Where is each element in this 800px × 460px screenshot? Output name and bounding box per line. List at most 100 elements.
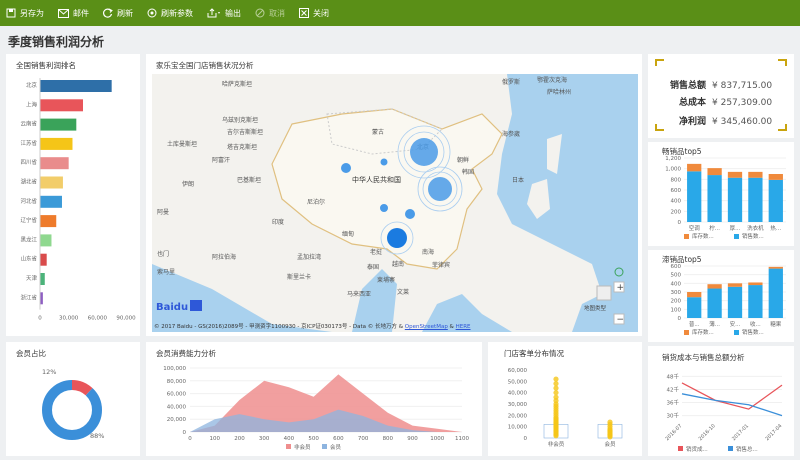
x-tick-label: 非会员 xyxy=(548,440,565,448)
y-tick-label: 20,000 xyxy=(508,413,528,419)
refresh-params-icon xyxy=(147,8,157,18)
y-tick-label: 300 xyxy=(671,290,682,296)
consumption-chart: 0 20,000 40,000 60,000 80,000 100,000 0 100 200 3… xyxy=(163,366,469,451)
map-canvas[interactable]: 鄂霍次克海 萨哈林州 哈萨克斯坦 蒙古 海参崴 乌兹别克斯坦 吉尔吉斯斯坦 土库… xyxy=(152,74,638,332)
y-tick-label: 400 xyxy=(671,281,682,287)
refresh-params-button[interactable]: 刷新参数 xyxy=(147,8,193,19)
bar-stock xyxy=(748,282,763,286)
legend-label: 非会员 xyxy=(294,443,311,451)
y-tick-label: 400 xyxy=(671,199,682,205)
map-marker-beijing[interactable] xyxy=(410,138,438,166)
y-tick-label: 20,000 xyxy=(167,417,187,423)
map-label-arabian-sea: 阿拉伯海 xyxy=(212,253,236,261)
cancel-icon xyxy=(255,8,265,18)
y-tick-label: 500 xyxy=(671,273,682,279)
zoom-out-label: − xyxy=(617,315,625,325)
bar-category-label: 河北省 xyxy=(20,197,37,205)
map-label-bay-of-bengal: 孟加拉湾 xyxy=(297,253,321,261)
map-label-turkmenistan: 土库曼斯坦 xyxy=(167,140,197,148)
legend-label: 销货成... xyxy=(686,445,708,453)
y-tick-label: 60,000 xyxy=(167,392,187,398)
legend-swatch xyxy=(728,446,733,451)
scatter-point xyxy=(553,381,559,387)
x-tick-label: 空调 xyxy=(689,224,701,232)
kpi-card: 销售总额 ¥ 837,715.00 总成本 ¥ 257,309.00 净利润 ¥ 34… xyxy=(648,54,794,138)
toolbar: 另存为 邮件 刷新 刷新参数 输出 取消 关闭 xyxy=(0,0,800,26)
x-tick-label: 厚... xyxy=(730,225,741,232)
here-link[interactable]: HERE xyxy=(456,324,471,330)
x-tick-label: 800 xyxy=(383,436,394,442)
map-label-thailand: 泰国 xyxy=(367,263,379,271)
baidu-logo: Baidu xyxy=(156,302,188,313)
x-tick-label: 30,000 xyxy=(59,316,79,322)
map-marker-hebei[interactable] xyxy=(405,209,415,219)
map-label-vladivostok: 海参崴 xyxy=(502,130,520,138)
x-tick-label: 收... xyxy=(750,320,761,328)
bar-category-label: 北京 xyxy=(26,81,38,89)
map-label-china: 中华人民共和国 xyxy=(352,175,401,184)
ranking-chart: 北京上海云南省江苏省四川省湖北省河北省辽宁省黑龙江山东省天津浙江省 0 30,000… xyxy=(20,78,136,322)
store-orders-chart: 0 10,000 20,000 30,000 40,000 50,000 60,000 非会员… xyxy=(508,368,623,448)
member-ratio-chart: 12% 88% xyxy=(42,368,104,440)
x-tick-label: 100 xyxy=(209,436,220,442)
baidu-paw-icon xyxy=(190,300,202,311)
bar-stock xyxy=(687,292,702,298)
map-label-nepal: 尼泊尔 xyxy=(307,198,325,206)
bar xyxy=(40,176,63,189)
map-card: 家乐宝全国门店销售状况分析 鄂霍次克海 萨哈林州 哈萨克斯坦 蒙古 海参崴 乌兹… xyxy=(146,54,642,336)
map-label-russia: 俄罗斯 xyxy=(502,78,520,86)
map-marker-sichuan[interactable] xyxy=(341,163,351,173)
osm-link[interactable]: OpenStreetMap xyxy=(405,324,448,330)
best-sellers-card: 畅销品top5 0 200 400 600 800 1,000 1,200 空调 柠... 厚..… xyxy=(648,142,794,246)
cancel-button[interactable]: 取消 xyxy=(255,8,285,19)
legend-swatch xyxy=(684,330,689,335)
y-tick-label: 60,000 xyxy=(508,368,528,374)
store-orders-card: 门店客单分布情况 0 10,000 20,000 30,000 40,000 50,000… xyxy=(488,342,642,456)
bar-sales xyxy=(687,171,702,222)
bar-sales xyxy=(768,268,783,318)
bar-sales xyxy=(748,177,763,222)
x-tick-label: 2017-01 xyxy=(731,423,750,442)
bar-stock xyxy=(768,266,783,269)
bar-stock xyxy=(768,174,783,180)
x-tick-label: 500 xyxy=(308,436,319,442)
y-tick-label: 0 xyxy=(183,430,187,436)
bar-sales xyxy=(687,297,702,318)
map-label-yemen: 也门 xyxy=(157,250,169,258)
x-tick-label: 60,000 xyxy=(88,316,108,322)
map-marker-yunnan[interactable] xyxy=(387,228,407,248)
legend-label: 销售数... xyxy=(742,232,764,240)
page-title: 季度销售利润分析 xyxy=(8,35,105,49)
bar-sales xyxy=(748,285,763,318)
save-as-button[interactable]: 另存为 xyxy=(6,8,44,19)
legend-label: 库存数... xyxy=(692,328,714,336)
map-marker-shanghai[interactable] xyxy=(428,177,452,201)
y-tick-label: 1,000 xyxy=(665,167,681,173)
refresh-button[interactable]: 刷新 xyxy=(103,8,133,19)
map-label-sea-of-okhotsk: 鄂霍次克海 xyxy=(537,76,567,84)
export-icon xyxy=(207,8,220,18)
x-tick-label: 糖果 xyxy=(770,320,782,328)
y-tick-label: 30,000 xyxy=(508,402,528,408)
email-button[interactable]: 邮件 xyxy=(58,8,89,19)
close-button[interactable]: 关闭 xyxy=(299,8,329,19)
map-label-mongolia: 蒙古 xyxy=(372,128,384,136)
y-tick-label: 800 xyxy=(671,177,682,183)
x-tick-label: 热... xyxy=(770,224,781,232)
x-tick-label: 600 xyxy=(333,436,344,442)
map-marker-hubei[interactable] xyxy=(380,158,388,166)
export-button[interactable]: 输出 xyxy=(207,8,241,19)
bar-sales xyxy=(707,288,722,318)
bar-category-label: 四川省 xyxy=(20,158,37,166)
map-label-north-korea: 朝鲜 xyxy=(457,156,469,164)
map-label-south-korea: 韩国 xyxy=(462,168,474,176)
y-tick-label: 200 xyxy=(671,299,682,305)
y-tick-label: 40,000 xyxy=(167,404,187,410)
map-marker-jiangsu[interactable] xyxy=(380,204,388,212)
y-tick-label: 0 xyxy=(678,220,682,226)
consumption-card: 会员消费能力分析 0 20,000 40,000 60,000 80,000 100,00… xyxy=(146,342,482,456)
map-type-button[interactable] xyxy=(596,285,612,301)
x-tick-label: 1100 xyxy=(455,436,469,442)
y-tick-label: 600 xyxy=(671,264,682,270)
cost-vs-sales-card: 销货成本与销售总额分析 30千 36千 42千 48千 2016-07 2016-10 20… xyxy=(648,346,794,456)
